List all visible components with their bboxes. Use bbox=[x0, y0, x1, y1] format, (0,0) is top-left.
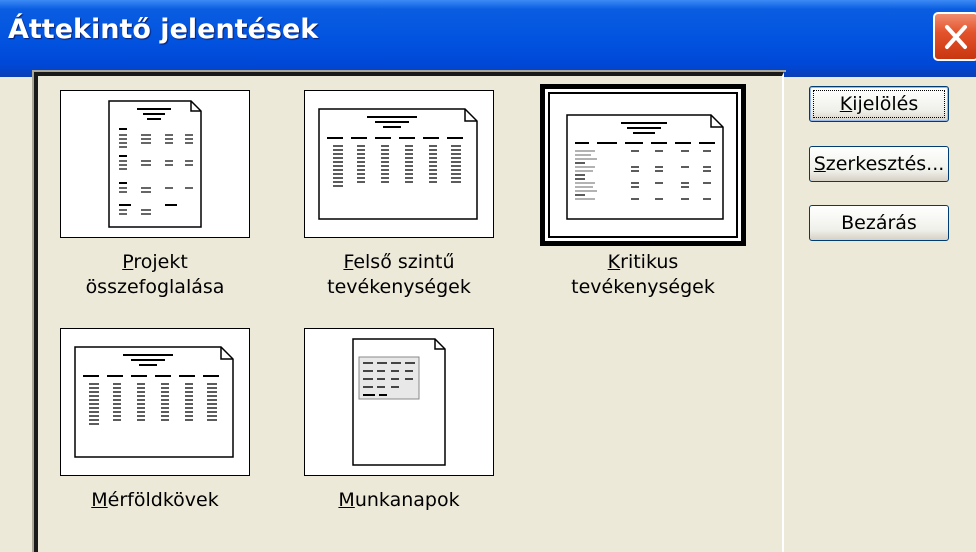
landscape-table-page-icon bbox=[74, 346, 234, 458]
focus-rect bbox=[813, 90, 945, 118]
title-bar: Áttekintő jelentések bbox=[0, 0, 976, 77]
report-label: Projekt összefoglalása bbox=[85, 251, 225, 298]
report-thumbnail bbox=[304, 328, 494, 476]
window-title: Áttekintő jelentések bbox=[8, 14, 319, 45]
report-label: Munkanapok bbox=[338, 489, 460, 511]
report-label: Felső szintű tevékenységek bbox=[327, 251, 471, 298]
report-thumbnail bbox=[60, 90, 250, 238]
report-thumbnail bbox=[540, 84, 746, 246]
report-list[interactable]: Projekt összefoglalása Felső szintű tevé… bbox=[32, 70, 786, 552]
report-label: Kritikus tevékenységek bbox=[571, 251, 715, 298]
select-button[interactable]: Kijelölés bbox=[809, 86, 949, 122]
report-label: Mérföldkövek bbox=[91, 489, 219, 511]
portrait-calendar-page-icon bbox=[352, 338, 446, 466]
portrait-summary-page-icon bbox=[108, 100, 202, 228]
close-button[interactable] bbox=[933, 12, 976, 61]
report-thumbnail bbox=[60, 328, 250, 476]
report-thumbnail bbox=[304, 90, 494, 238]
edit-button[interactable]: Szerkesztés... bbox=[809, 146, 949, 182]
close-dialog-button[interactable]: Bezárás bbox=[809, 205, 949, 241]
close-icon bbox=[945, 25, 967, 49]
landscape-gray-table-page-icon bbox=[566, 114, 724, 220]
landscape-table-page-icon bbox=[318, 108, 478, 220]
